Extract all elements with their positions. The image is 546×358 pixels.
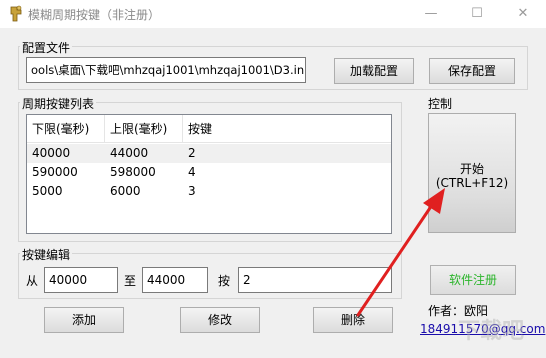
row-low-value: 590000: [32, 165, 78, 179]
to-label: 至: [124, 274, 137, 288]
row-high-value: 6000: [110, 184, 141, 198]
edit-group-label: 按键编辑: [20, 246, 73, 263]
row-high-value: 598000: [110, 165, 156, 179]
save-config-button[interactable]: 保存配置: [429, 58, 515, 84]
delete-button[interactable]: 删除: [313, 307, 393, 333]
config-file-path-field[interactable]: ools\桌面\下载吧\mhzqaj1001\mhzqaj1001\D3.ini: [26, 57, 306, 83]
key-list-header: 下限(毫秒) 上限(毫秒) 按键: [27, 115, 391, 143]
add-button[interactable]: 添加: [44, 307, 124, 333]
from-label: 从: [26, 274, 39, 288]
start-button-label: 开始: [459, 162, 484, 176]
config-group-label: 配置文件: [20, 39, 73, 56]
list-group-label: 周期按键列表: [20, 95, 97, 112]
row-high-value: 44000: [110, 146, 149, 160]
column-header-key[interactable]: 按键: [183, 115, 391, 143]
svg-text:下载吧: 下载吧: [458, 318, 524, 344]
row-low-value: 5000: [32, 184, 63, 198]
maximize-button[interactable]: ☐: [454, 0, 500, 28]
minimize-icon: —: [424, 6, 438, 21]
register-button[interactable]: 软件注册: [430, 265, 516, 295]
row-key-value: 2: [188, 146, 196, 160]
control-label: 控制: [428, 97, 453, 111]
close-button[interactable]: ✕: [500, 0, 546, 28]
minimize-button[interactable]: —: [408, 0, 454, 28]
title-bar: 模糊周期按键（非注册） — ☐ ✕: [0, 0, 546, 28]
row-low-value: 40000: [32, 146, 71, 160]
column-header-low[interactable]: 下限(毫秒): [27, 115, 105, 143]
column-header-high[interactable]: 上限(毫秒): [105, 115, 183, 143]
watermark-logo: 下载吧: [458, 318, 524, 344]
list-row[interactable]: 590000 598000 4: [27, 163, 391, 182]
modify-button[interactable]: 修改: [180, 307, 260, 333]
close-icon: ✕: [517, 6, 529, 21]
key-label: 按: [218, 274, 231, 288]
start-button-hotkey: (CTRL+F12): [435, 176, 509, 190]
key-list[interactable]: 下限(毫秒) 上限(毫秒) 按键 40000 44000 2 590000 59…: [26, 114, 392, 234]
row-key-value: 3: [188, 184, 196, 198]
window-title: 模糊周期按键（非注册）: [28, 8, 161, 22]
maximize-icon: ☐: [471, 6, 483, 21]
list-row[interactable]: 40000 44000 2: [27, 144, 391, 163]
list-row[interactable]: 5000 6000 3: [27, 182, 391, 201]
to-input[interactable]: 44000: [142, 267, 208, 293]
app-icon: [10, 5, 22, 22]
start-button[interactable]: 开始 (CTRL+F12): [428, 113, 516, 233]
from-input[interactable]: 40000: [44, 267, 118, 293]
row-key-value: 4: [188, 165, 196, 179]
load-config-button[interactable]: 加载配置: [334, 58, 414, 84]
key-input[interactable]: 2: [238, 267, 392, 293]
